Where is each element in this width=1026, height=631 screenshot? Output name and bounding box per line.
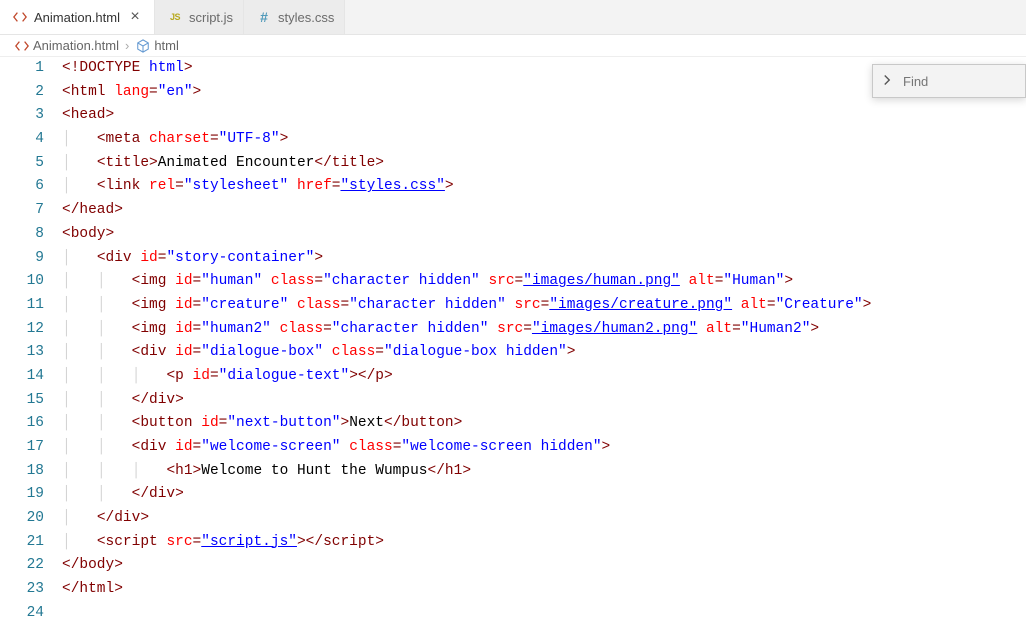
line-number: 4: [0, 128, 44, 152]
code-line[interactable]: │ │ <img id="human" class="character hid…: [62, 270, 1026, 294]
code-line[interactable]: │ │ <img id="human2" class="character hi…: [62, 318, 1026, 342]
code-line[interactable]: [62, 602, 1026, 626]
code-line[interactable]: </head>: [62, 199, 1026, 223]
code-line[interactable]: │ │ │ <p id="dialogue-text"></p>: [62, 365, 1026, 389]
html-file-icon: [12, 9, 28, 25]
editor[interactable]: 123456789101112131415161718192021222324 …: [0, 57, 1026, 626]
line-number: 1: [0, 57, 44, 81]
find-widget[interactable]: [872, 64, 1026, 98]
line-number: 10: [0, 270, 44, 294]
code-line[interactable]: │ <div id="story-container">: [62, 247, 1026, 271]
tab-label: styles.css: [278, 10, 334, 25]
code-line[interactable]: │ <title>Animated Encounter</title>: [62, 152, 1026, 176]
tab-animation-html[interactable]: Animation.html ×: [0, 0, 155, 34]
code-line[interactable]: │ │ <div id="dialogue-box" class="dialog…: [62, 341, 1026, 365]
line-number: 20: [0, 507, 44, 531]
code-line[interactable]: │ <link rel="stylesheet" href="styles.cs…: [62, 175, 1026, 199]
line-number: 12: [0, 318, 44, 342]
line-number: 23: [0, 578, 44, 602]
line-number: 16: [0, 412, 44, 436]
find-input[interactable]: [903, 74, 1019, 89]
code-line[interactable]: │ <script src="script.js"></script>: [62, 531, 1026, 555]
line-number: 9: [0, 247, 44, 271]
code-line[interactable]: </body>: [62, 554, 1026, 578]
line-number: 21: [0, 531, 44, 555]
tab-script-js[interactable]: JS script.js: [155, 0, 244, 34]
line-number: 6: [0, 175, 44, 199]
tab-label: Animation.html: [34, 10, 120, 25]
tab-styles-css[interactable]: # styles.css: [244, 0, 345, 34]
line-number: 19: [0, 483, 44, 507]
css-file-icon: #: [256, 9, 272, 25]
line-number: 18: [0, 460, 44, 484]
file-html-icon: [14, 38, 29, 53]
line-number: 17: [0, 436, 44, 460]
symbol-icon: [135, 38, 150, 53]
breadcrumb-symbol[interactable]: html: [154, 38, 179, 53]
code-line[interactable]: │ │ │ <h1>Welcome to Hunt the Wumpus</h1…: [62, 460, 1026, 484]
gutter: 123456789101112131415161718192021222324: [0, 57, 62, 626]
line-number: 15: [0, 389, 44, 413]
tab-bar: Animation.html × JS script.js # styles.css: [0, 0, 1026, 35]
js-file-icon: JS: [167, 9, 183, 25]
code-line[interactable]: </html>: [62, 578, 1026, 602]
code-line[interactable]: │ │ </div>: [62, 389, 1026, 413]
code-line[interactable]: │ │ <div id="welcome-screen" class="welc…: [62, 436, 1026, 460]
tab-label: script.js: [189, 10, 233, 25]
code-line[interactable]: <body>: [62, 223, 1026, 247]
code-line[interactable]: │ <meta charset="UTF-8">: [62, 128, 1026, 152]
line-number: 8: [0, 223, 44, 247]
line-number: 13: [0, 341, 44, 365]
code-line[interactable]: │ │ <img id="creature" class="character …: [62, 294, 1026, 318]
close-icon[interactable]: ×: [126, 8, 144, 26]
code-line[interactable]: │ </div>: [62, 507, 1026, 531]
code-line[interactable]: │ │ </div>: [62, 483, 1026, 507]
chevron-right-icon[interactable]: [881, 73, 893, 89]
line-number: 24: [0, 602, 44, 626]
line-number: 3: [0, 104, 44, 128]
line-number: 2: [0, 81, 44, 105]
code-area[interactable]: <!DOCTYPE html><html lang="en"><head>│ <…: [62, 57, 1026, 626]
breadcrumb-file[interactable]: Animation.html: [33, 38, 119, 53]
line-number: 14: [0, 365, 44, 389]
code-line[interactable]: │ │ <button id="next-button">Next</butto…: [62, 412, 1026, 436]
breadcrumb-sep: ›: [123, 38, 131, 53]
line-number: 5: [0, 152, 44, 176]
line-number: 11: [0, 294, 44, 318]
code-line[interactable]: <head>: [62, 104, 1026, 128]
breadcrumb: Animation.html › html: [0, 35, 1026, 57]
line-number: 7: [0, 199, 44, 223]
line-number: 22: [0, 554, 44, 578]
